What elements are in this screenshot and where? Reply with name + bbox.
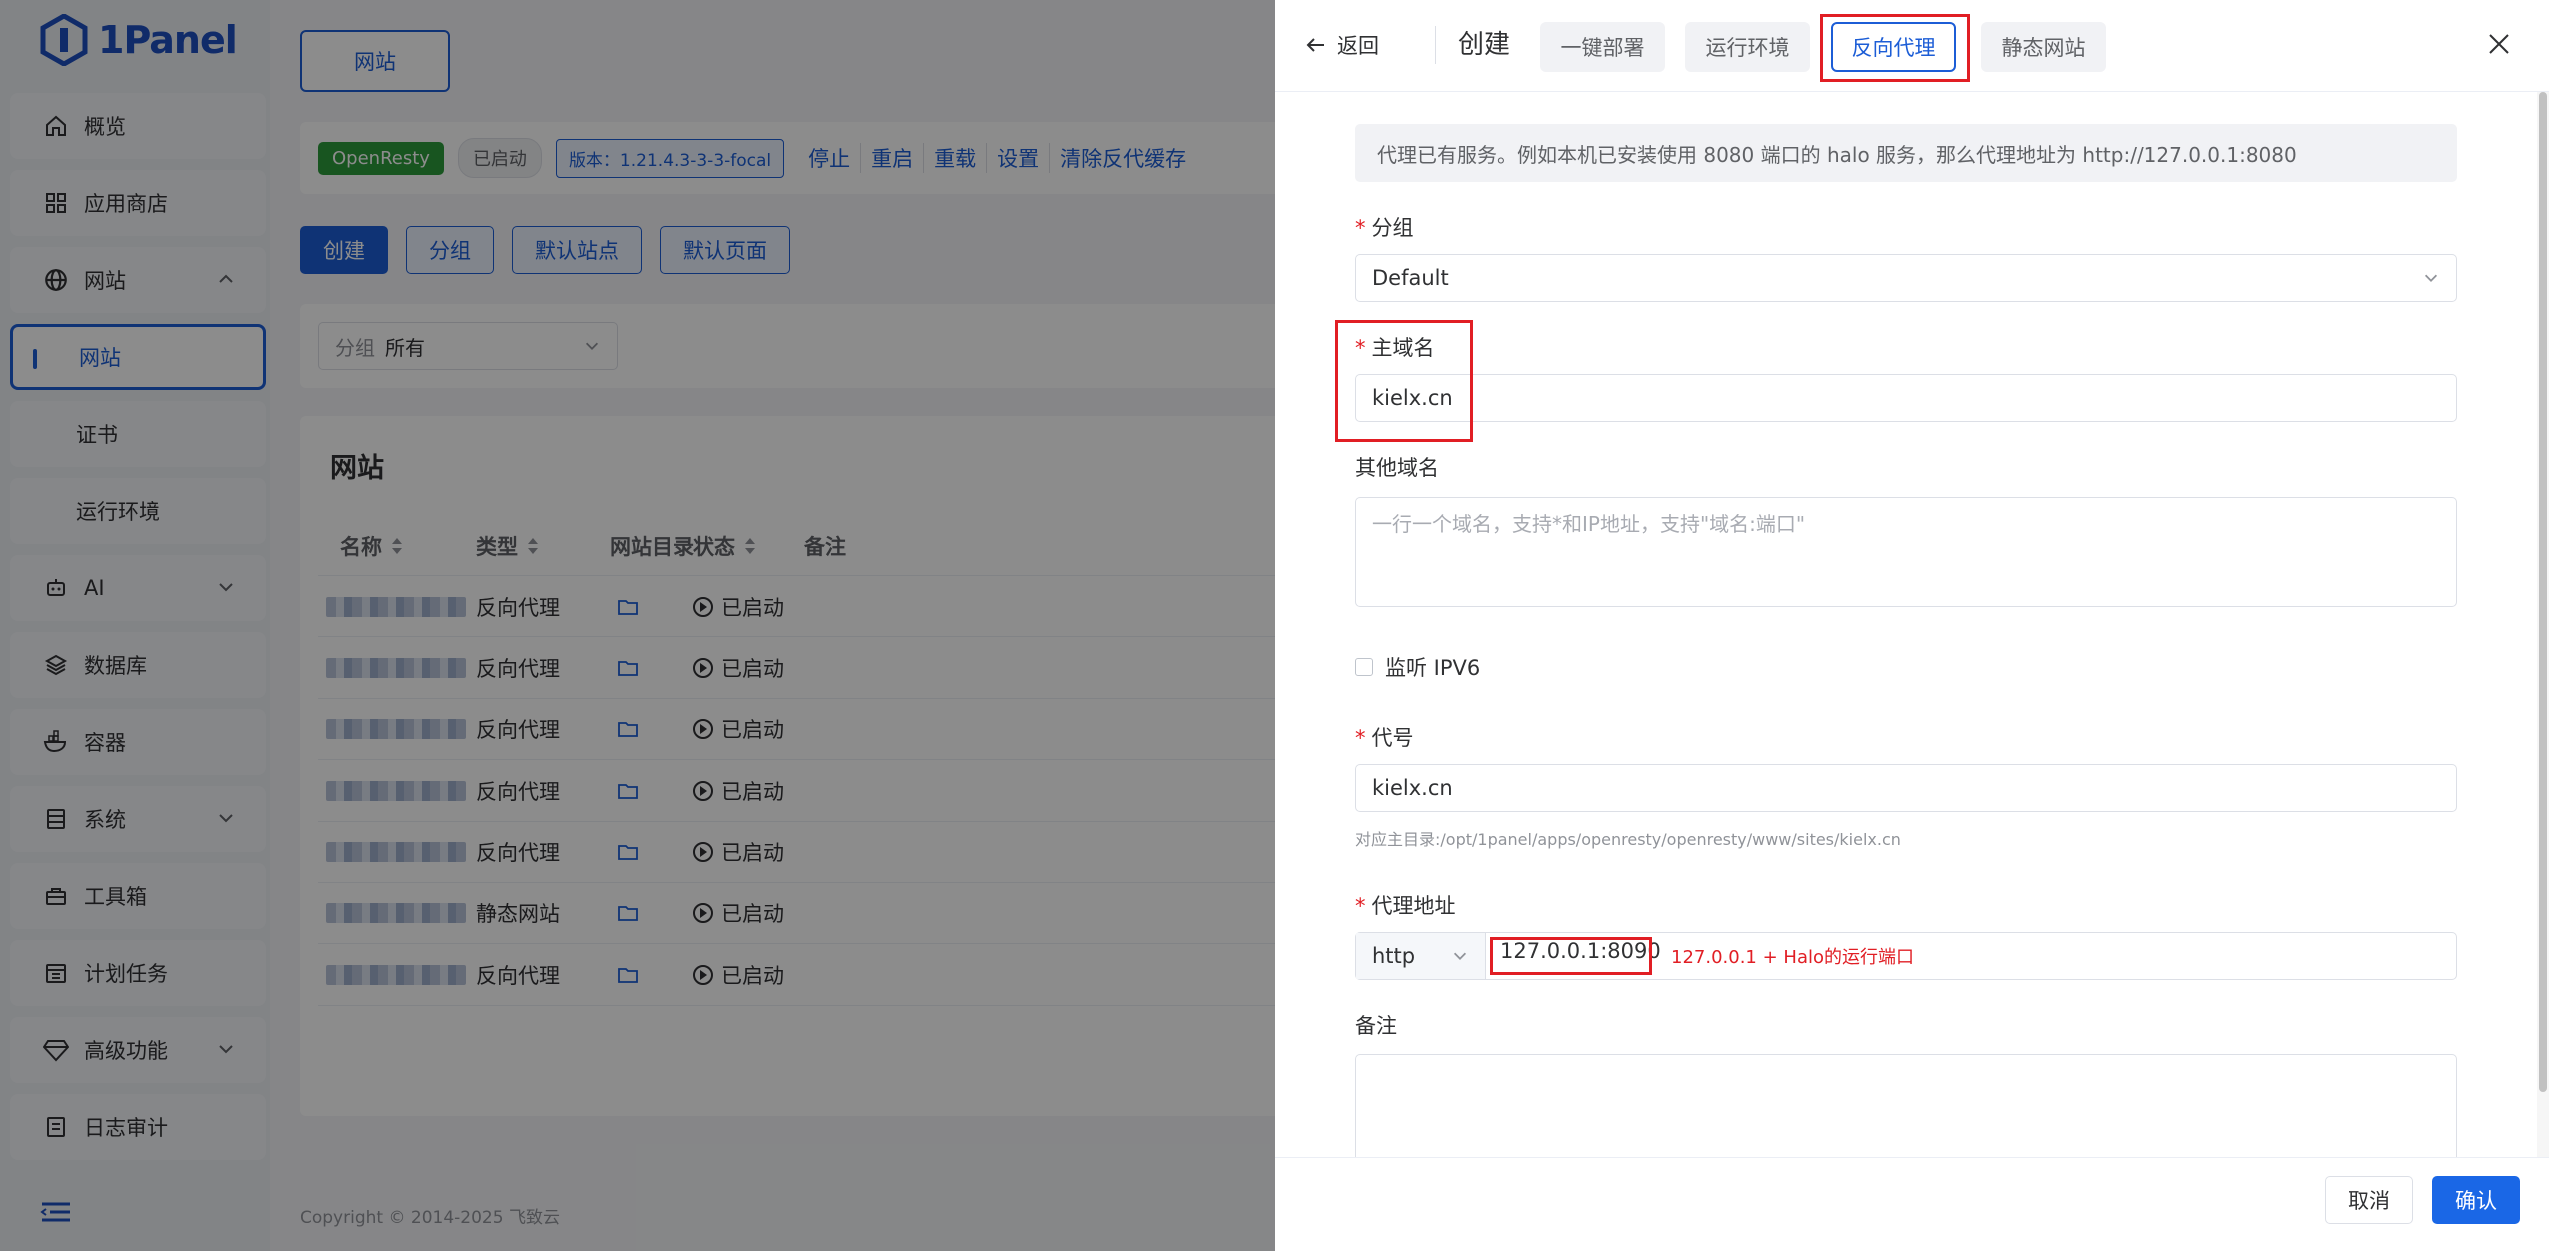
close-icon[interactable]	[2487, 32, 2511, 56]
remark-textarea[interactable]	[1355, 1054, 2457, 1157]
chevron-down-icon	[1453, 952, 1467, 960]
alias-input[interactable]: kielx.cn	[1355, 764, 2457, 812]
ipv6-label: 监听 IPV6	[1385, 656, 1481, 680]
group-label-text: 分组	[1371, 216, 1414, 240]
highlight-box-proxy-address	[1490, 937, 1652, 975]
modal-overlay[interactable]	[0, 0, 1275, 1251]
drawer-title: 创建	[1435, 26, 1510, 64]
group-label: * 分组	[1355, 216, 1414, 240]
proxy-protocol-value: http	[1372, 944, 1416, 968]
tab-one-click-deploy[interactable]: 一键部署	[1540, 22, 1665, 72]
ipv6-checkbox[interactable]	[1355, 658, 1373, 676]
back-button[interactable]: 返回	[1305, 30, 1379, 60]
group-select-value: Default	[1372, 266, 1449, 290]
drawer-scrollbar[interactable]	[2537, 92, 2549, 1157]
highlight-box-reverse-proxy	[1820, 14, 1970, 82]
info-alert: 代理已有服务。例如本机已安装使用 8080 端口的 halo 服务，那么代理地址…	[1355, 124, 2457, 182]
create-website-drawer: 返回 创建 一键部署 运行环境 反向代理 静态网站 代理已有服务。例如本机已安装…	[1275, 0, 2549, 1251]
arrow-left-icon	[1306, 38, 1324, 52]
proxy-address-label: * 代理地址	[1355, 894, 1456, 918]
proxy-annotation: 127.0.0.1 + Halo的运行端口	[1671, 947, 1914, 968]
remark-label: 备注	[1355, 1014, 1397, 1038]
other-domains-textarea[interactable]: 一行一个域名，支持*和IP地址，支持"域名:端口"	[1355, 497, 2457, 607]
proxy-address-label-text: 代理地址	[1371, 894, 1456, 918]
drawer-header: 返回 创建 一键部署 运行环境 反向代理 静态网站	[1275, 0, 2549, 92]
other-domains-label: 其他域名	[1355, 456, 1439, 480]
cancel-button[interactable]: 取消	[2325, 1176, 2413, 1224]
drawer-body: 代理已有服务。例如本机已安装使用 8080 端口的 halo 服务，那么代理地址…	[1275, 92, 2549, 1157]
scrollbar-thumb[interactable]	[2539, 92, 2547, 1092]
back-label: 返回	[1337, 34, 1379, 58]
proxy-protocol-select[interactable]: http	[1356, 933, 1486, 979]
chevron-down-icon	[2424, 274, 2438, 282]
alias-label-text: 代号	[1371, 726, 1414, 750]
ipv6-checkbox-row[interactable]: 监听 IPV6	[1355, 652, 1480, 682]
drawer-footer: 取消 确认	[1275, 1157, 2549, 1251]
primary-domain-input[interactable]: kielx.cn	[1355, 374, 2457, 422]
tab-static-site[interactable]: 静态网站	[1981, 22, 2106, 72]
highlight-box-domain	[1335, 320, 1473, 442]
alias-hint: 对应主目录:/opt/1panel/apps/openresty/openres…	[1355, 830, 1901, 849]
alias-label: * 代号	[1355, 726, 1414, 750]
tab-runtime[interactable]: 运行环境	[1685, 22, 1810, 72]
proxy-address-group: http 127.0.0.1:8090 127.0.0.1 + Halo的运行端…	[1355, 932, 2457, 980]
confirm-button[interactable]: 确认	[2432, 1176, 2520, 1224]
group-select[interactable]: Default	[1355, 254, 2457, 302]
